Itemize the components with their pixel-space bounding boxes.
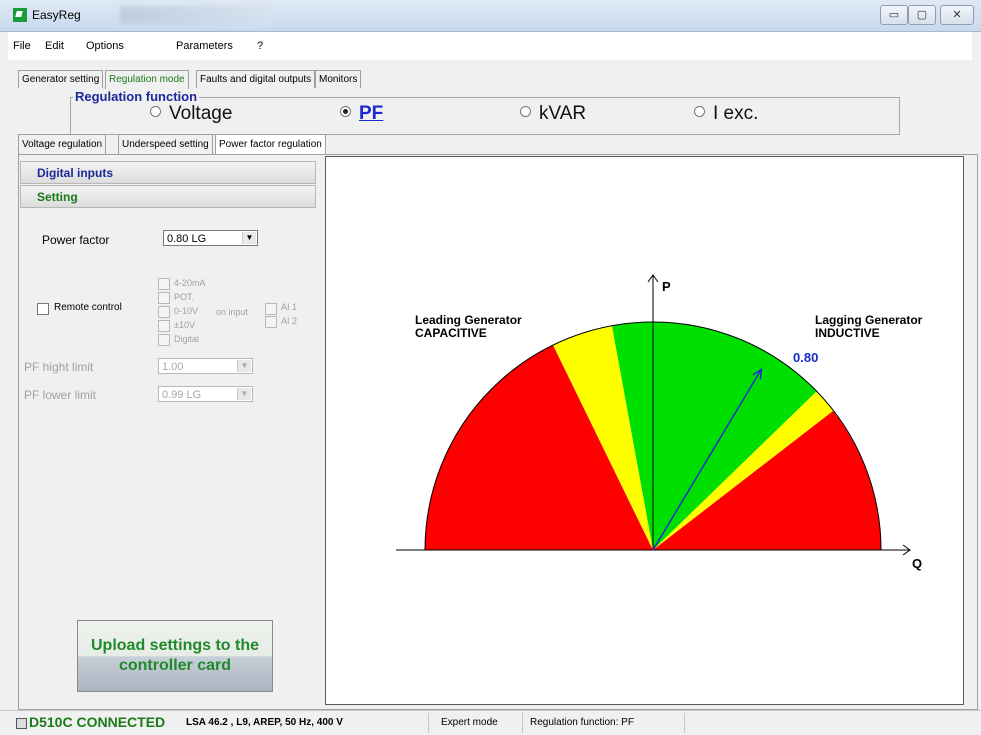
app-window: EasyReg ▭ ▢ ✕ File Edit Options Paramete…	[0, 0, 981, 735]
pf-high-limit-select[interactable]: 1.00 ▼	[158, 358, 253, 374]
option-digital-label: Digital	[174, 334, 200, 344]
dropdown-arrow-icon: ▼	[237, 360, 251, 372]
checkbox-ai1[interactable]	[265, 303, 277, 315]
option-4-20ma-label: 4-20mA	[174, 278, 206, 288]
menu-file[interactable]: File	[13, 40, 31, 52]
checkbox-pm10v[interactable]	[158, 320, 170, 332]
pf-value-label: 0.80	[793, 350, 818, 365]
option-pm10v-label: ±10V	[174, 320, 195, 330]
close-button[interactable]: ✕	[940, 5, 974, 25]
radio-dot-selected	[340, 106, 351, 118]
leading-generator-label: Leading Generator	[415, 313, 522, 327]
checkbox-digital[interactable]	[158, 334, 170, 346]
tab-faults-digital-outputs[interactable]: Faults and digital outputs	[196, 70, 316, 88]
tab-generator-setting[interactable]: Generator setting	[18, 70, 104, 88]
radio-kvar[interactable]: kVAR	[520, 103, 586, 125]
lagging-generator-label: Lagging Generator	[815, 313, 923, 327]
title-bar: EasyReg ▭ ▢ ✕	[0, 0, 981, 32]
on-input-label: on input	[216, 307, 249, 317]
p-axis-label: P	[662, 279, 671, 294]
tab-power-factor-regulation[interactable]: Power factor regulation	[215, 134, 326, 155]
regulation-function-status: Regulation function: PF	[530, 717, 634, 728]
radio-dot	[520, 106, 531, 118]
pf-high-limit-label: PF hight limit	[24, 360, 94, 374]
digital-inputs-button[interactable]: Digital inputs	[20, 161, 316, 184]
radio-voltage[interactable]: Voltage	[150, 103, 232, 125]
tab-monitors[interactable]: Monitors	[315, 70, 362, 88]
status-bar: D510C CONNECTED LSA 46.2 , L9, AREP, 50 …	[0, 710, 981, 735]
status-separator	[522, 713, 523, 733]
title-blurred-text	[120, 6, 270, 24]
input-ai2-label: AI 2	[281, 316, 298, 326]
checkbox-ai2[interactable]	[265, 316, 277, 328]
menu-bar: File Edit Options Parameters ?	[8, 32, 972, 60]
window-title: EasyReg	[32, 8, 81, 22]
radio-voltage-label: Voltage	[169, 103, 233, 124]
maximize-button[interactable]: ▢	[908, 5, 936, 25]
pf-lower-limit-value: 0.99 LG	[162, 389, 202, 401]
radio-i-exc-label: I exc.	[713, 103, 759, 124]
tab-underspeed-setting[interactable]: Underspeed setting	[118, 134, 213, 154]
minimize-button[interactable]: ▭	[880, 5, 908, 25]
option-0-10v-label: 0-10V	[174, 306, 199, 316]
remote-control-checkbox[interactable]	[37, 303, 49, 315]
power-factor-label: Power factor	[42, 233, 110, 247]
radio-pf[interactable]: PF	[340, 103, 383, 125]
expert-mode-status: Expert mode	[441, 717, 498, 728]
pf-high-limit-value: 1.00	[162, 361, 184, 373]
tab-voltage-regulation[interactable]: Voltage regulation	[18, 134, 107, 154]
dropdown-arrow-icon: ▼	[242, 232, 256, 244]
radio-i-exc[interactable]: I exc.	[694, 103, 758, 125]
capacitive-label: CAPACITIVE	[415, 326, 487, 340]
menu-edit[interactable]: Edit	[45, 40, 64, 52]
status-separator	[684, 713, 685, 733]
menu-help[interactable]: ?	[257, 40, 263, 52]
menu-options[interactable]: Options	[86, 40, 124, 52]
menu-parameters[interactable]: Parameters	[176, 40, 233, 52]
connection-status: D510C CONNECTED	[29, 714, 166, 730]
power-factor-value: 0.80 LG	[167, 233, 207, 245]
tab-regulation-mode[interactable]: Regulation mode	[105, 70, 189, 89]
regulation-function-legend: Regulation function	[73, 89, 200, 104]
radio-pf-label: PF	[359, 103, 384, 124]
q-axis-label: Q	[912, 556, 922, 571]
inductive-label: INDUCTIVE	[815, 326, 880, 340]
radio-dot	[150, 106, 161, 118]
checkbox-4-20ma[interactable]	[158, 278, 170, 290]
pf-diagram: P Q Leading Generator CAPACITIVE Lagging…	[396, 274, 923, 571]
app-logo-icon	[13, 8, 27, 22]
radio-dot	[694, 106, 705, 118]
input-ai1-label: AI 1	[281, 302, 298, 312]
pf-diagram-panel: P Q Leading Generator CAPACITIVE Lagging…	[325, 156, 964, 705]
remote-control-label: Remote control	[54, 302, 122, 313]
pf-lower-limit-select[interactable]: 0.99 LG ▼	[158, 386, 253, 402]
pf-lower-limit-label: PF lower limit	[24, 388, 97, 402]
checkbox-pot[interactable]	[158, 292, 170, 304]
machine-config: LSA 46.2 , L9, AREP, 50 Hz, 400 V	[186, 717, 343, 728]
upload-settings-button[interactable]: Upload settings to the controller card	[77, 620, 273, 692]
setting-button[interactable]: Setting	[20, 185, 316, 208]
dropdown-arrow-icon: ▼	[237, 388, 251, 400]
power-factor-select[interactable]: 0.80 LG ▼	[163, 230, 258, 246]
checkbox-0-10v[interactable]	[158, 306, 170, 318]
option-pot-label: POT.	[174, 292, 195, 302]
connection-icon	[16, 718, 27, 729]
radio-kvar-label: kVAR	[539, 103, 587, 124]
status-separator	[428, 713, 429, 733]
upload-settings-label: Upload settings to the controller card	[91, 637, 259, 674]
